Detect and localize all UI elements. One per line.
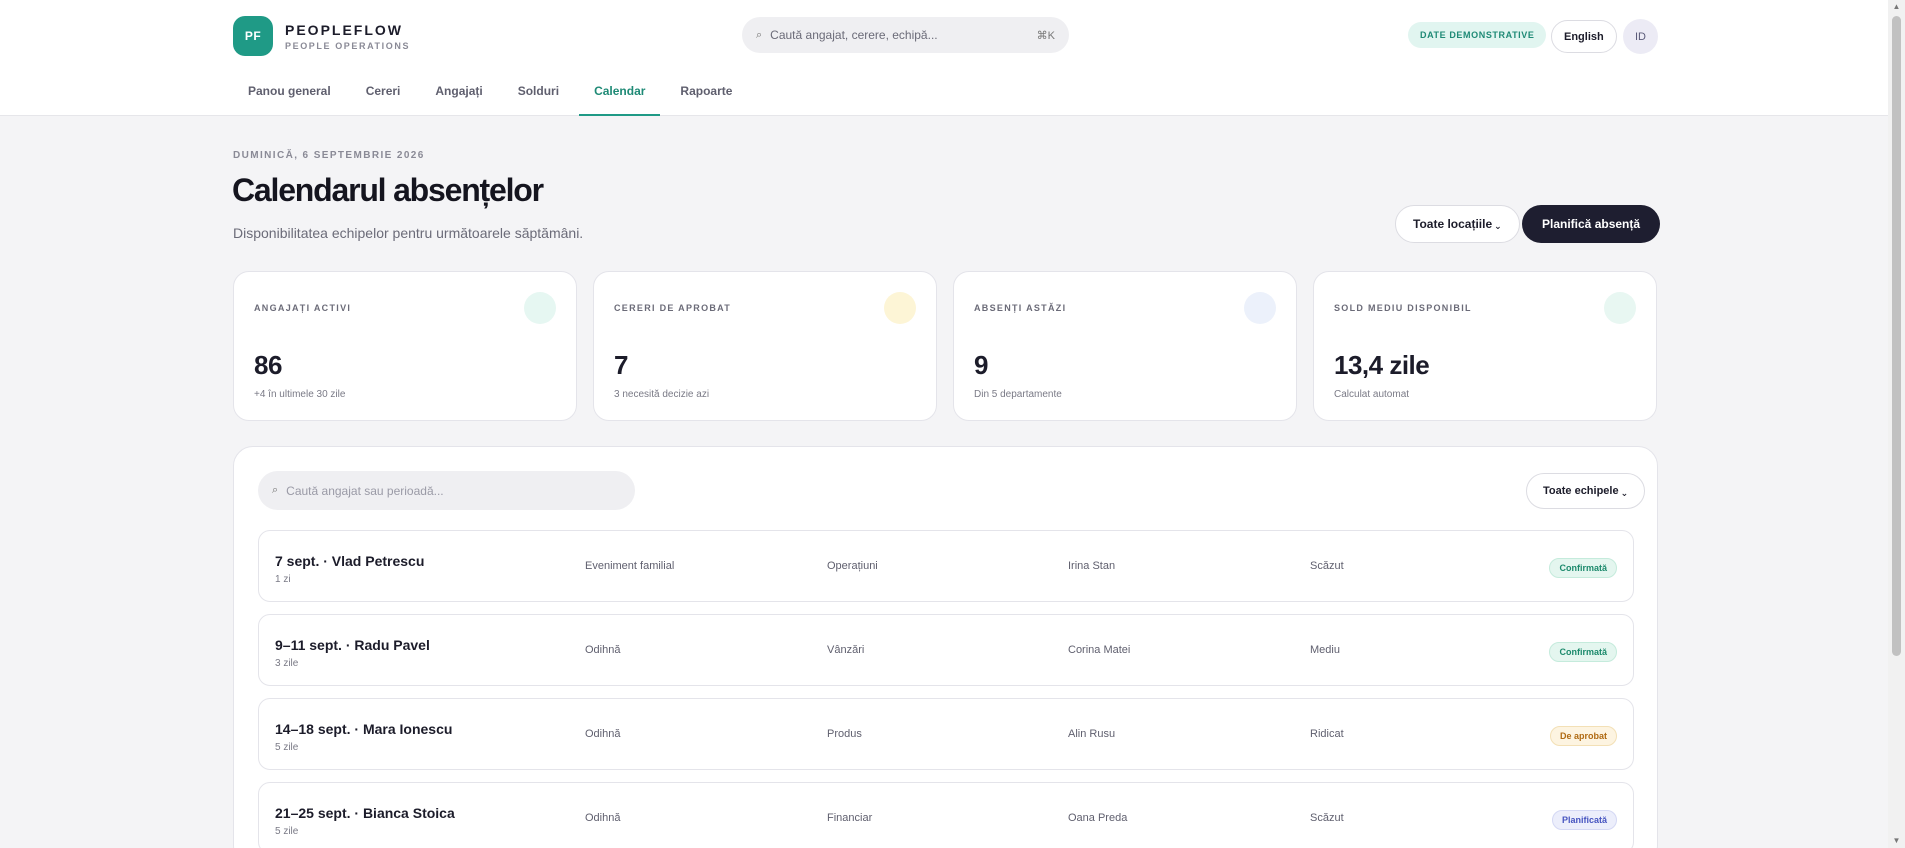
absence-department: Financiar	[827, 812, 873, 824]
absence-approver: Alin Rusu	[1068, 728, 1116, 740]
absence-search-input[interactable]: ⌕ Caută angajat sau perioadă...	[258, 471, 635, 510]
stat-value: 13,4 zile	[1334, 350, 1430, 380]
absence-duration: 1 zi	[275, 574, 291, 585]
absence-type: Odihnă	[585, 728, 621, 740]
status-badge: Confirmată	[1549, 558, 1617, 578]
absence-department: Vânzări	[827, 644, 865, 656]
stat-label: ABSENȚI ASTĂZI	[974, 303, 1067, 313]
absence-impact: Scăzut	[1310, 560, 1344, 572]
page-title: Calendarul absențelor	[232, 172, 544, 208]
tab-cereri[interactable]: Cereri	[351, 74, 416, 116]
stat-value: 7	[614, 350, 628, 380]
teams-dropdown-label: Toate echipele	[1543, 485, 1619, 497]
locations-dropdown[interactable]: Toate locațiile ⌄	[1395, 205, 1520, 243]
list-item[interactable]: 14–18 sept. · Mara Ionescu 5 zile Odihnă…	[258, 698, 1634, 770]
status-badge: Confirmată	[1549, 642, 1617, 662]
stat-value: 9	[974, 350, 988, 380]
tab-angajati[interactable]: Angajați	[420, 74, 497, 116]
absence-duration: 5 zile	[275, 742, 299, 753]
status-badge: Planificată	[1551, 810, 1617, 830]
stat-card-absent-today: ABSENȚI ASTĂZI 9 Din 5 departamente	[953, 271, 1297, 421]
absence-type: Odihnă	[585, 812, 621, 824]
scrollbar-thumb[interactable]	[1892, 16, 1901, 656]
stat-dot-icon	[884, 292, 916, 324]
chevron-down-icon: ⌄	[1620, 487, 1629, 498]
stat-note: Din 5 departamente	[974, 389, 1062, 400]
tab-panou-general[interactable]: Panou general	[233, 74, 346, 116]
brand-text: PEOPLEFLOW PEOPLE OPERATIONS	[285, 22, 410, 51]
absence-list-panel: ⌕ Caută angajat sau perioadă... Toate ec…	[233, 446, 1658, 848]
list-item[interactable]: 9–11 sept. · Radu Pavel 3 zile Odihnă Vâ…	[258, 614, 1634, 686]
teams-dropdown[interactable]: Toate echipele ⌄	[1526, 473, 1646, 509]
stat-card-active-employees: ANGAJAȚI ACTIVI 86 +4 în ultimele 30 zil…	[233, 271, 577, 421]
absence-duration: 3 zile	[275, 658, 299, 669]
main-nav: Panou general Cereri Angajați Solduri Ca…	[233, 74, 767, 116]
demo-data-badge: DATE DEMONSTRATIVE	[1408, 22, 1547, 48]
tab-calendar[interactable]: Calendar	[579, 74, 661, 116]
global-search-placeholder: Caută angajat, cerere, echipă...	[770, 28, 938, 42]
tab-rapoarte[interactable]: Rapoarte	[665, 74, 747, 116]
plan-absence-button[interactable]: Planifică absență	[1522, 205, 1661, 243]
absence-impact: Scăzut	[1310, 812, 1344, 824]
absence-department: Produs	[827, 728, 862, 740]
stat-note: +4 în ultimele 30 zile	[254, 389, 346, 400]
stat-card-average-balance: SOLD MEDIU DISPONIBIL 13,4 zile Calculat…	[1313, 271, 1657, 421]
locations-dropdown-label: Toate locațiile	[1413, 217, 1493, 231]
page-subtitle: Disponibilitatea echipelor pentru următo…	[233, 225, 584, 241]
absence-approver: Irina Stan	[1068, 560, 1116, 572]
search-icon: ⌕	[756, 28, 763, 41]
absence-search-placeholder: Caută angajat sau perioadă...	[286, 483, 444, 498]
list-item[interactable]: 21–25 sept. · Bianca Stoica 5 zile Odihn…	[258, 782, 1634, 848]
stat-dot-icon	[1244, 292, 1276, 324]
search-shortcut: ⌘K	[1036, 29, 1055, 42]
absence-department: Operațiuni	[827, 560, 878, 572]
current-date: DUMINICĂ, 6 SEPTEMBRIE 2026	[233, 150, 425, 161]
brand-subtitle: PEOPLE OPERATIONS	[285, 40, 411, 51]
list-item[interactable]: 7 sept. · Vlad Petrescu 1 zi Eveniment f…	[258, 530, 1634, 602]
brand[interactable]: PF PEOPLEFLOW PEOPLE OPERATIONS	[233, 16, 410, 56]
stat-dot-icon	[524, 292, 556, 324]
brand-name: PEOPLEFLOW	[285, 21, 403, 38]
absence-duration: 5 zile	[275, 826, 299, 837]
absence-impact: Mediu	[1310, 644, 1340, 656]
status-badge: De aprobat	[1549, 726, 1617, 746]
tab-solduri[interactable]: Solduri	[503, 74, 574, 116]
stat-note: 3 necesită decizie azi	[614, 389, 710, 400]
avatar[interactable]: ID	[1623, 19, 1658, 54]
absence-approver: Oana Preda	[1068, 812, 1128, 824]
stat-label: ANGAJAȚI ACTIVI	[254, 303, 352, 313]
stat-dot-icon	[1604, 292, 1636, 324]
absence-impact: Ridicat	[1310, 728, 1344, 740]
absence-approver: Corina Matei	[1068, 644, 1131, 656]
search-icon: ⌕	[272, 484, 279, 496]
top-bar: PF PEOPLEFLOW PEOPLE OPERATIONS ⌕ Caută …	[0, 0, 1888, 116]
stat-note: Calculat automat	[1334, 389, 1410, 400]
language-button[interactable]: English	[1551, 20, 1617, 53]
absence-title: 21–25 sept. · Bianca Stoica	[275, 805, 455, 821]
absence-title: 7 sept. · Vlad Petrescu	[275, 553, 425, 569]
absence-type: Odihnă	[585, 644, 621, 656]
chevron-down-icon: ⌄	[1494, 220, 1502, 231]
stat-label: CERERI DE APROBAT	[614, 303, 732, 313]
absence-type: Eveniment familial	[585, 560, 675, 572]
absence-title: 14–18 sept. · Mara Ionescu	[275, 721, 453, 737]
global-search-input[interactable]: ⌕ Caută angajat, cerere, echipă... ⌘K	[742, 17, 1069, 53]
brand-logo: PF	[233, 16, 273, 56]
stat-label: SOLD MEDIU DISPONIBIL	[1334, 303, 1472, 313]
stat-value: 86	[254, 350, 282, 380]
stat-card-pending-requests: CERERI DE APROBAT 7 3 necesită decizie a…	[593, 271, 937, 421]
scroll-down-icon[interactable]: ▼	[1892, 836, 1901, 845]
absence-title: 9–11 sept. · Radu Pavel	[275, 637, 430, 653]
scroll-up-icon[interactable]: ▲	[1892, 2, 1901, 11]
